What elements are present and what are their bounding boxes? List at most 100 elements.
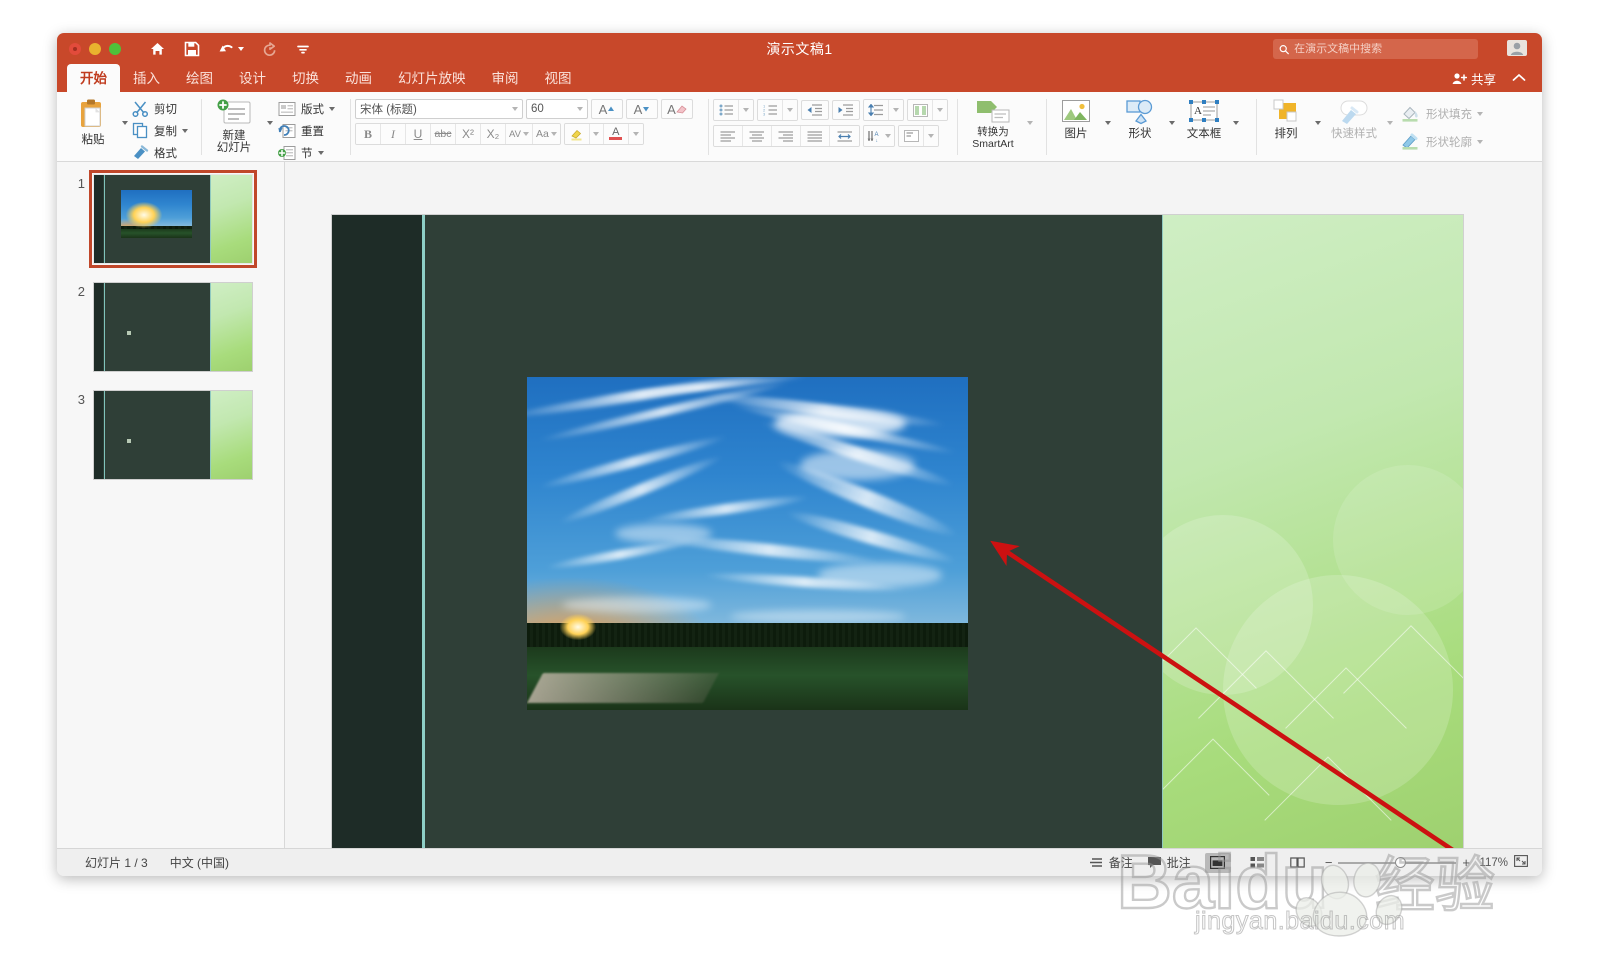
- arrange-dropdown-caret[interactable]: [1315, 121, 1321, 125]
- format-painter-button[interactable]: 格式: [132, 143, 188, 162]
- save-icon[interactable]: [184, 41, 200, 57]
- search-box[interactable]: [1273, 39, 1478, 59]
- align-text-button[interactable]: [899, 126, 924, 146]
- convert-to-smartart-button[interactable]: 转换为 SmartArt: [962, 96, 1024, 150]
- current-slide[interactable]: [332, 215, 1463, 856]
- collapse-ribbon-button[interactable]: [1512, 70, 1526, 88]
- align-center-button[interactable]: [743, 126, 772, 146]
- slide-thumbnail-1[interactable]: [89, 170, 257, 268]
- reading-view-button[interactable]: [1285, 853, 1311, 873]
- character-spacing-button[interactable]: AV: [506, 124, 533, 144]
- new-slide-button[interactable]: 新建 幻灯片: [206, 96, 262, 154]
- shape-fill-button[interactable]: 形状填充: [1401, 104, 1483, 123]
- bold-button[interactable]: B: [356, 124, 381, 144]
- font-size-caret[interactable]: [577, 107, 583, 111]
- shape-outline-caret[interactable]: [1477, 139, 1483, 144]
- notes-button[interactable]: 备注: [1089, 854, 1133, 871]
- bullets-caret-button[interactable]: [739, 100, 753, 120]
- clear-formatting-button[interactable]: A: [661, 99, 693, 119]
- zoom-knob[interactable]: [1395, 856, 1407, 868]
- align-text-caret-button[interactable]: [924, 126, 938, 146]
- columns-button[interactable]: [908, 100, 933, 120]
- tab-view[interactable]: 视图: [532, 64, 585, 92]
- decrease-indent-button[interactable]: [801, 100, 829, 120]
- shape-fill-caret[interactable]: [1477, 111, 1483, 116]
- inserted-picture[interactable]: [527, 377, 968, 710]
- section-button[interactable]: 节: [278, 143, 335, 162]
- section-dropdown-caret[interactable]: [317, 150, 324, 155]
- maximize-button[interactable]: [109, 43, 121, 55]
- change-case-caret[interactable]: [550, 132, 557, 136]
- slide-thumbnail-pane[interactable]: 1 2 3: [57, 162, 285, 848]
- new-slide-dropdown-caret[interactable]: [267, 121, 273, 125]
- share-button[interactable]: 共享: [1452, 69, 1496, 88]
- tab-insert[interactable]: 插入: [120, 64, 173, 92]
- language-indicator[interactable]: 中文 (中国): [170, 854, 229, 871]
- tab-review[interactable]: 审阅: [479, 64, 532, 92]
- picture-dropdown-caret[interactable]: [1105, 121, 1111, 125]
- paste-button[interactable]: 粘贴: [68, 96, 118, 146]
- redo-icon[interactable]: [262, 41, 278, 57]
- thumbnail-row-3[interactable]: 3: [57, 390, 284, 480]
- tab-home[interactable]: 开始: [67, 64, 120, 92]
- font-name-combo[interactable]: 宋体 (标题): [355, 99, 523, 119]
- layout-button[interactable]: 版式: [278, 99, 335, 118]
- zoom-out-button[interactable]: −: [1325, 855, 1333, 870]
- zoom-slider[interactable]: − + 117%: [1325, 855, 1528, 870]
- decrease-font-size-button[interactable]: A: [626, 99, 658, 119]
- copy-dropdown-caret[interactable]: [182, 128, 188, 133]
- tab-draw[interactable]: 绘图: [173, 64, 226, 92]
- zoom-track[interactable]: [1338, 856, 1457, 868]
- normal-view-button[interactable]: [1204, 852, 1231, 873]
- tab-slideshow[interactable]: 幻灯片放映: [385, 64, 479, 92]
- textbox-dropdown-caret[interactable]: [1233, 121, 1239, 125]
- quick-styles-button[interactable]: 快速样式: [1325, 96, 1383, 140]
- sort-button[interactable]: A ↓: [864, 126, 894, 146]
- increase-indent-button[interactable]: [832, 100, 860, 120]
- picture-button[interactable]: 图片: [1051, 96, 1101, 140]
- font-size-combo[interactable]: 60: [526, 99, 588, 119]
- undo-icon[interactable]: [218, 42, 244, 57]
- slide-thumbnail-2[interactable]: [93, 282, 253, 372]
- italic-button[interactable]: I: [381, 124, 406, 144]
- superscript-button[interactable]: X²: [456, 124, 481, 144]
- textbox-button[interactable]: A 文本框: [1179, 96, 1229, 140]
- increase-font-size-button[interactable]: A: [591, 99, 623, 119]
- text-highlight-button[interactable]: [564, 124, 590, 144]
- slide-thumbnail-3[interactable]: [93, 390, 253, 480]
- slide-sorter-view-button[interactable]: [1245, 853, 1271, 873]
- thumbnail-row-1[interactable]: 1: [57, 170, 284, 268]
- search-input[interactable]: [1294, 43, 1472, 55]
- subscript-button[interactable]: X₂: [481, 124, 506, 144]
- copy-button[interactable]: 复制: [132, 121, 188, 140]
- thumbnail-row-2[interactable]: 2: [57, 282, 284, 372]
- comments-button[interactable]: 批注: [1147, 854, 1191, 871]
- align-left-button[interactable]: [714, 126, 743, 146]
- strikethrough-button[interactable]: abc: [431, 124, 456, 144]
- justify-button[interactable]: [801, 126, 830, 146]
- undo-dropdown-caret[interactable]: [238, 47, 244, 51]
- highlight-caret-button[interactable]: [589, 124, 604, 144]
- account-icon[interactable]: [1506, 38, 1528, 63]
- char-spacing-caret[interactable]: [522, 132, 529, 136]
- shape-outline-button[interactable]: 形状轮廓: [1401, 132, 1483, 151]
- numbering-caret-button[interactable]: [783, 100, 797, 120]
- tab-design[interactable]: 设计: [226, 64, 279, 92]
- arrange-button[interactable]: 排列: [1261, 96, 1311, 140]
- line-spacing-caret-button[interactable]: [889, 100, 903, 120]
- customize-qat-icon[interactable]: [296, 43, 310, 55]
- quick-styles-dropdown-caret[interactable]: [1387, 121, 1393, 125]
- columns-caret-button[interactable]: [933, 100, 947, 120]
- layout-dropdown-caret[interactable]: [329, 106, 335, 111]
- smartart-dropdown-caret[interactable]: [1027, 121, 1033, 125]
- bullets-button[interactable]: [714, 100, 739, 120]
- numbering-button[interactable]: 123: [758, 100, 783, 120]
- tab-transitions[interactable]: 切换: [279, 64, 332, 92]
- paste-dropdown-caret[interactable]: [122, 121, 128, 125]
- align-right-button[interactable]: [772, 126, 801, 146]
- font-color-caret-button[interactable]: [628, 124, 643, 144]
- font-name-caret[interactable]: [512, 107, 518, 111]
- shapes-dropdown-caret[interactable]: [1169, 121, 1175, 125]
- minimize-button[interactable]: [89, 43, 101, 55]
- cut-button[interactable]: 剪切: [132, 99, 188, 118]
